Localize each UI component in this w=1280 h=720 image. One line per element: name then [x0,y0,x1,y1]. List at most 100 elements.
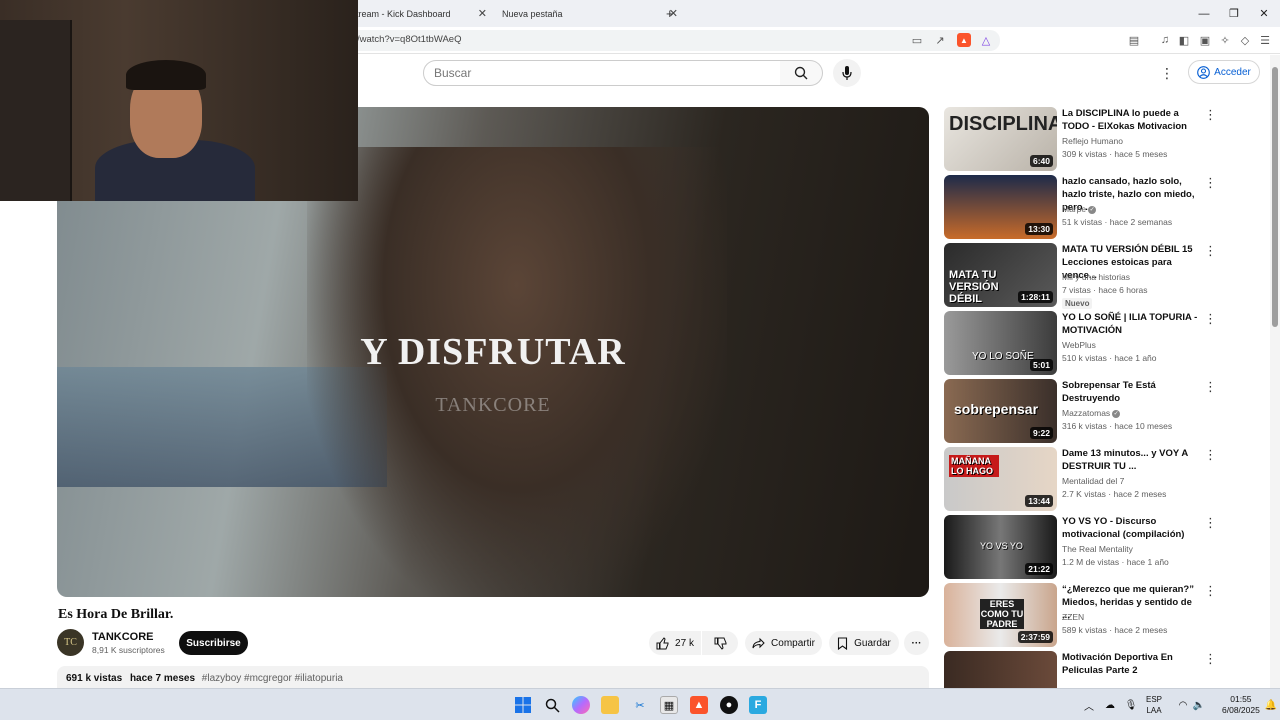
list-item[interactable]: MAÑANA LO HAGO 13:44 Dame 13 minutos... … [944,447,1219,511]
chevron-up-icon[interactable]: ︿ [1080,696,1098,714]
video-title[interactable]: YO VS YO - Discurso motivacional (compil… [1062,515,1202,541]
minimize-button[interactable]: — [1188,0,1220,27]
leo-ai-icon[interactable]: ✧ [1218,33,1232,47]
file-explorer-icon[interactable] [601,696,619,714]
subscribe-button[interactable]: Suscribirse [179,631,248,655]
calculator-icon[interactable]: ▦ [660,696,678,714]
thumbnail[interactable]: YO LO SOÑE 5:01 [944,311,1057,375]
menu-icon[interactable]: ☰ [1258,33,1272,47]
more-options-icon[interactable]: ⋮ [1204,175,1217,191]
language-indicator[interactable]: ESP LAA [1146,694,1162,716]
thumbnail[interactable] [944,651,1057,688]
video-title[interactable]: Dame 13 minutos... y VOY A DESTRUIR TU .… [1062,447,1202,473]
hashtags[interactable]: #lazyboy #mcgregor #iliatopuria [202,673,343,684]
share-button[interactable]: Compartir [745,631,822,655]
sidebar-icon[interactable]: ◧ [1177,33,1191,47]
more-options-icon[interactable]: ⋮ [1204,311,1217,327]
channel-name[interactable]: Marpe [1062,204,1086,214]
cloud-sync-icon[interactable]: ☁ [1101,696,1119,714]
vpn-shield-icon[interactable]: ◇ [1238,33,1252,47]
list-item[interactable]: DISCIPLINA 6:40 La DISCIPLINA lo puede a… [944,107,1219,171]
more-options-icon[interactable]: ⋮ [1204,651,1217,667]
url-text[interactable]: /watch?v=q8Ot1tbWAeQ [357,34,461,45]
thumbnail[interactable]: ERES COMO TU PADRE 2:37:59 [944,583,1057,647]
app-f-icon[interactable]: F [749,696,767,714]
video-title[interactable]: YO LO SOÑÉ | ILIA TOPURIA - MOTIVACIÓN [1062,311,1202,337]
channel-name[interactable]: Mil y una historias [1062,272,1130,282]
list-item[interactable]: YO VS YO 21:22 YO VS YO - Discurso motiv… [944,515,1219,579]
channel-name[interactable]: Mentalidad del 7 [1062,476,1124,486]
voice-search-button[interactable] [833,59,861,87]
more-options-icon[interactable]: ⋮ [1204,107,1217,123]
brave-shields-icon[interactable]: ▲ [957,33,971,47]
list-item[interactable]: Motivación Deportiva En Peliculas Parte … [944,651,1219,688]
video-title[interactable]: Sobrepensar Te Está Destruyendo [1062,379,1202,405]
channel-row[interactable]: Mazzatomas ✓ [1062,408,1121,418]
channel-name[interactable]: WebPlus [1062,340,1096,350]
thumbnail[interactable]: 13:30 [944,175,1057,239]
restore-button[interactable]: ❐ [1218,0,1250,27]
volume-icon[interactable]: 🔈 [1190,696,1208,714]
tab-kick-dashboard[interactable]: tream - Kick Dashboard ✕ [348,0,493,27]
more-options-icon[interactable]: ⋮ [1204,243,1217,259]
channel-name[interactable]: ZZEN [1062,612,1084,622]
close-tab-icon[interactable]: ✕ [478,7,487,20]
dislike-button[interactable] [702,631,738,655]
page-scrollbar[interactable] [1270,55,1280,688]
list-item[interactable]: YO LO SOÑE 5:01 YO LO SOÑÉ | ILIA TOPURI… [944,311,1219,375]
thumbnail[interactable]: MATA TU VERSIÓN DÉBIL 1:28:11 [944,243,1057,307]
video-title[interactable]: La DISCIPLINA lo puede a TODO - ElXokas … [1062,107,1202,133]
video-meta: 51 k vistas · hace 2 semanas [1062,217,1173,227]
verified-icon: ✓ [1112,409,1121,418]
music-icon[interactable]: ♫ [1158,33,1172,47]
more-options-icon[interactable]: ⋮ [1204,379,1217,395]
cast-icon[interactable]: ▭ [910,33,924,47]
microphone-icon[interactable]: 🎙 [1122,696,1140,714]
like-button[interactable]: 27 k [649,631,701,655]
wallet-icon[interactable]: ▣ [1198,33,1212,47]
account-icon [1197,65,1211,79]
channel-row[interactable]: Marpe ✓ [1062,204,1097,214]
new-tab-button[interactable]: + [658,0,682,27]
more-options-icon[interactable]: ⋮ [1204,515,1217,531]
search-button[interactable] [780,60,823,86]
scrollbar-thumb[interactable] [1272,67,1278,327]
list-item[interactable]: MATA TU VERSIÓN DÉBIL 1:28:11 MATA TU VE… [944,243,1219,309]
thumbs-up-icon [656,636,669,649]
settings-more-icon[interactable]: ⋮ [1160,65,1174,82]
channel-name[interactable]: TANKCORE [92,631,154,643]
snipping-tool-icon[interactable]: ✂ [631,696,649,714]
signin-button[interactable]: Acceder [1188,60,1260,84]
more-options-icon[interactable]: ⋮ [1204,447,1217,463]
channel-name[interactable]: Reflejo Humano [1062,136,1123,146]
windows-start-icon[interactable] [514,696,532,714]
list-item[interactable]: sobrepensar 9:22 Sobrepensar Te Está Des… [944,379,1219,443]
tab-new-tab[interactable]: Nueva pestaña ✕ [494,0,684,27]
obs-icon[interactable]: ● [720,696,738,714]
brave-rewards-icon[interactable]: △ [979,33,993,47]
channel-name[interactable]: Mazzatomas [1062,408,1110,418]
close-window-button[interactable]: ✕ [1248,0,1280,27]
reader-icon[interactable]: ▤ [1127,33,1141,47]
save-button[interactable]: Guardar [829,631,899,655]
thumbnail[interactable]: YO VS YO 21:22 [944,515,1057,579]
video-title[interactable]: Motivación Deportiva En Peliculas Parte … [1062,651,1202,677]
thumbnail[interactable]: MAÑANA LO HAGO 13:44 [944,447,1057,511]
more-options-icon[interactable]: ⋮ [1204,583,1217,599]
search-icon[interactable] [543,696,561,714]
list-item[interactable]: ERES COMO TU PADRE 2:37:59 “¿Merezco que… [944,583,1219,647]
description-box[interactable]: 691 k vistas hace 7 meses #lazyboy #mcgr… [57,666,929,688]
system-clock[interactable]: 01:55 6/08/2025 [1222,694,1260,716]
thumbnail[interactable]: DISCIPLINA 6:40 [944,107,1057,171]
channel-name[interactable]: The Real Mentality [1062,544,1133,554]
copilot-icon[interactable] [572,696,590,714]
thumbnail[interactable]: sobrepensar 9:22 [944,379,1057,443]
tab-label: tream - Kick Dashboard [356,8,451,19]
search-input[interactable]: Buscar [423,60,781,86]
notification-bell-icon[interactable]: 🔔 [1262,696,1280,714]
more-actions-button[interactable]: ··· [904,631,929,655]
list-item[interactable]: 13:30 hazlo cansado, hazlo solo, hazlo t… [944,175,1219,239]
share-icon[interactable]: ↗ [933,33,947,47]
channel-avatar[interactable]: TC [57,629,84,656]
brave-browser-icon[interactable]: ▲ [690,696,708,714]
